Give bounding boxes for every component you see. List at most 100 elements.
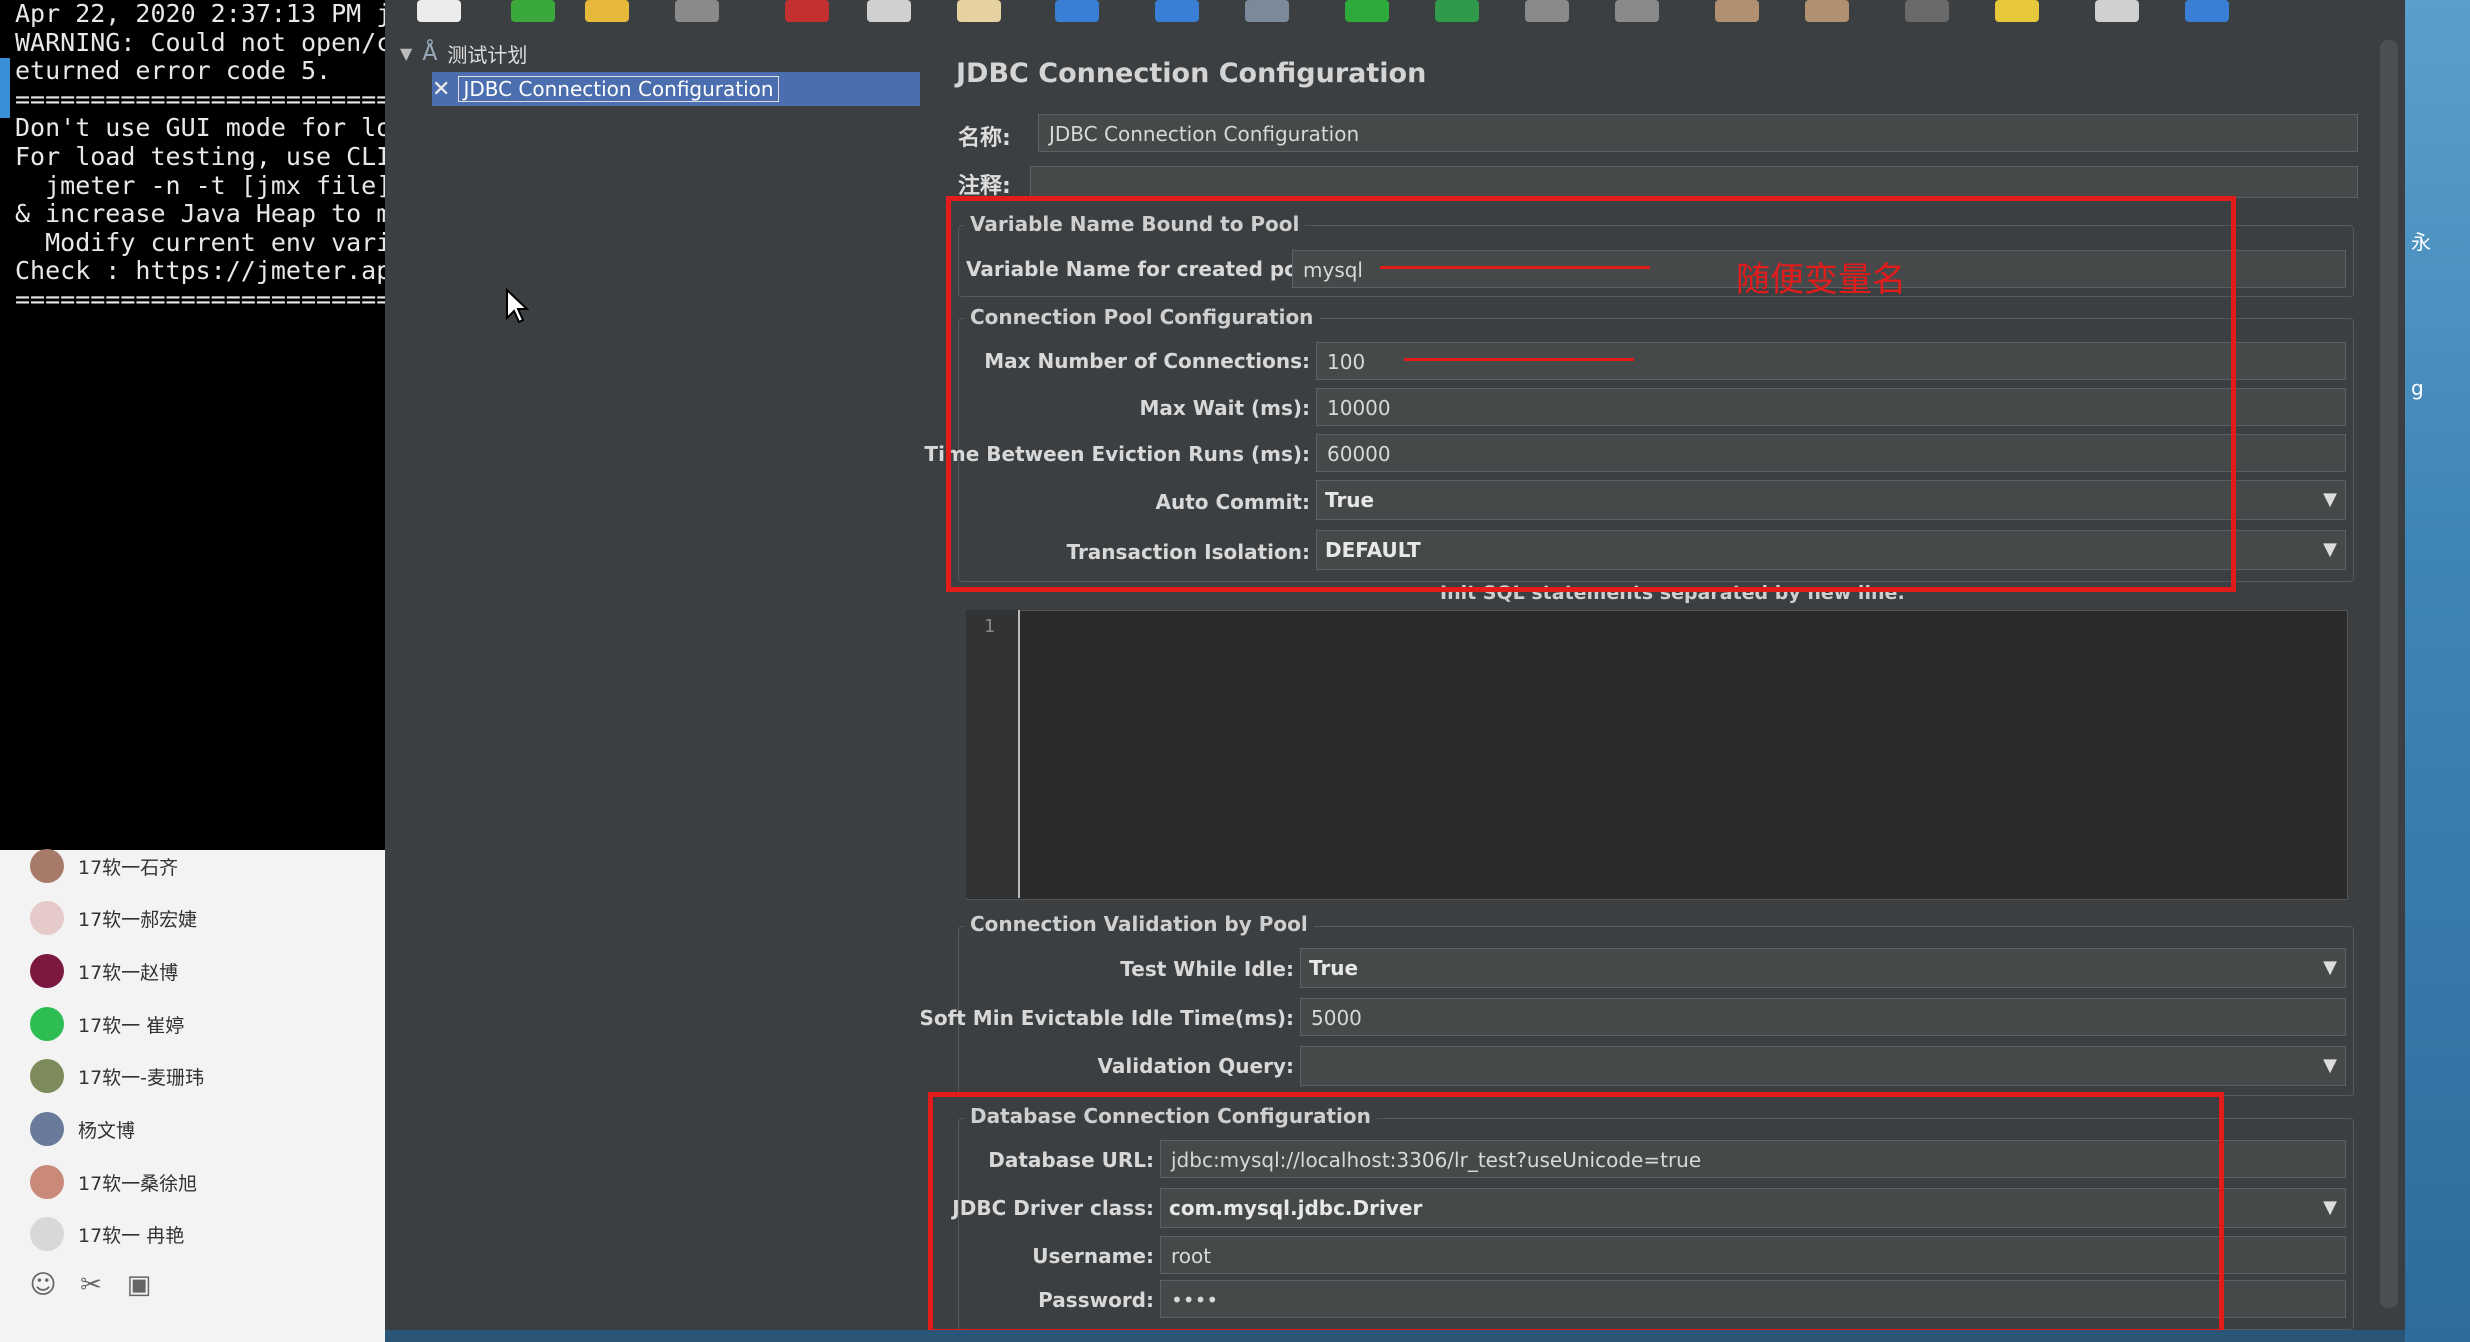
wallpaper-text: 永	[2411, 230, 2431, 254]
member-name: 17软一石齐	[78, 856, 179, 879]
member-name: 17软一-麦珊玮	[78, 1066, 205, 1089]
member-name: 17软一 冉艳	[78, 1224, 185, 1247]
chevron-down-icon[interactable]: ▼	[400, 44, 412, 63]
init-sql-editor[interactable]	[966, 610, 2348, 900]
wrench-icon: ✕	[432, 76, 451, 102]
console-line: eturned error code 5.	[15, 56, 332, 86]
tree-item-label: JDBC Connection Configuration	[458, 76, 779, 102]
open-icon[interactable]	[585, 0, 629, 22]
console-line: & increase Java Heap to me	[15, 199, 385, 229]
avatar	[30, 1007, 64, 1041]
console-line: Check : https://jmeter.apa	[15, 256, 385, 286]
desktop-strip	[385, 1330, 2405, 1342]
chevron-down-icon[interactable]: ▼	[2323, 531, 2337, 569]
console-line: ===========================	[15, 284, 385, 314]
console-line: Apr 22, 2020 2:37:13 PM ja	[15, 0, 385, 28]
list-item[interactable]: 杨文博	[30, 1103, 135, 1155]
list-item[interactable]: 17软一 崔婷	[30, 998, 184, 1050]
member-name: 17软一赵博	[78, 961, 179, 984]
collapse-icon[interactable]	[1155, 0, 1199, 22]
test-idle-select[interactable]: True ▼	[1300, 948, 2346, 988]
member-name: 17软一 崔婷	[78, 1014, 185, 1037]
toolbar	[385, 0, 2405, 30]
start-no-timers-icon[interactable]	[1435, 0, 1479, 22]
desktop-wallpaper: 永 g	[2405, 0, 2470, 1342]
help-icon[interactable]	[2185, 0, 2229, 22]
reset-search-icon[interactable]	[1995, 0, 2039, 22]
test-plan-icon: Å	[422, 40, 438, 66]
terminal-window: Apr 22, 2020 2:37:13 PM ja WARNING: Coul…	[0, 0, 385, 850]
avatar	[30, 901, 64, 935]
line-number: 1	[984, 616, 995, 637]
validation-query-select[interactable]: ▼	[1300, 1046, 2346, 1086]
image-icon[interactable]: ▣	[124, 1270, 154, 1300]
soft-min-label: Soft Min Evictable Idle Time(ms):	[919, 1006, 1294, 1030]
annotation-arrow	[1380, 266, 1650, 269]
cut-icon[interactable]	[785, 0, 829, 22]
list-item[interactable]: 17软一桑徐旭	[30, 1156, 197, 1208]
list-item[interactable]: 17软一 冉艳	[30, 1208, 184, 1260]
console-line: ===========================	[15, 84, 385, 114]
highlight-box	[928, 1092, 2224, 1334]
highlight-box	[946, 196, 2236, 592]
member-name: 杨文博	[78, 1119, 136, 1142]
clear-all-icon[interactable]	[1805, 0, 1849, 22]
templates-icon[interactable]	[511, 0, 555, 22]
chat-member-list: 17软一石齐 17软一郝宏婕 17软一赵博 17软一 崔婷 17软一-麦珊玮 杨…	[0, 849, 385, 1342]
console-line: jmeter -n -t [jmx file]	[15, 170, 385, 200]
line-gutter: 1	[966, 610, 1020, 898]
scissors-icon[interactable]: ✂	[76, 1270, 106, 1300]
window-edge-highlight	[0, 58, 10, 118]
copy-icon[interactable]	[867, 0, 911, 22]
shutdown-icon[interactable]	[1615, 0, 1659, 22]
page-title: JDBC Connection Configuration	[956, 58, 1427, 89]
stop-icon[interactable]	[1525, 0, 1569, 22]
avatar	[30, 954, 64, 988]
list-item[interactable]: 17软一赵博	[30, 945, 178, 997]
save-icon[interactable]	[675, 0, 719, 22]
test-plan-tree: ▼ Å 测试计划 ✕ JDBC Connection Configuration	[388, 32, 922, 1328]
tree-root-label: 测试计划	[447, 42, 528, 67]
search-icon[interactable]	[1905, 0, 1949, 22]
test-idle-value: True	[1309, 956, 1359, 980]
validation-query-label: Validation Query:	[1097, 1054, 1294, 1078]
tree-item-jdbc[interactable]: ✕ JDBC Connection Configuration	[432, 72, 920, 106]
scrollbar[interactable]	[2380, 40, 2398, 1308]
list-item[interactable]: 17软一郝宏婕	[30, 892, 197, 944]
wallpaper-text: g	[2411, 376, 2424, 400]
function-helper-icon[interactable]	[2095, 0, 2139, 22]
paste-icon[interactable]	[957, 0, 1001, 22]
avatar	[30, 1112, 64, 1146]
list-item[interactable]: 17软一-麦珊玮	[30, 1050, 204, 1102]
chevron-down-icon[interactable]: ▼	[2323, 1189, 2337, 1227]
console-line: Modify current env vari	[15, 227, 385, 257]
avatar	[30, 1059, 64, 1093]
avatar	[30, 849, 64, 883]
new-icon[interactable]	[417, 0, 461, 22]
comment-field[interactable]	[1030, 166, 2358, 198]
annotation-note: 随便变量名	[1736, 260, 1906, 300]
chevron-down-icon[interactable]: ▼	[2323, 949, 2337, 987]
start-icon[interactable]	[1345, 0, 1389, 22]
tree-root[interactable]: ▼ Å 测试计划	[400, 36, 527, 70]
clear-icon[interactable]	[1715, 0, 1759, 22]
member-name: 17软一桑徐旭	[78, 1172, 198, 1195]
emoji-icon[interactable]: ☺	[28, 1270, 58, 1300]
name-label: 名称:	[958, 126, 1011, 151]
avatar	[30, 1165, 64, 1199]
console-line: Don't use GUI mode for loa	[15, 113, 385, 143]
soft-min-field[interactable]: 5000	[1300, 998, 2346, 1036]
chevron-down-icon[interactable]: ▼	[2323, 1047, 2337, 1085]
member-name: 17软一郝宏婕	[78, 908, 198, 931]
toggle-icon[interactable]	[1245, 0, 1289, 22]
test-idle-label: Test While Idle:	[1120, 957, 1294, 981]
expand-icon[interactable]	[1055, 0, 1099, 22]
chevron-down-icon[interactable]: ▼	[2323, 481, 2337, 519]
section-heading: Connection Validation by Pool	[964, 912, 1314, 936]
name-field[interactable]: JDBC Connection Configuration	[1038, 114, 2358, 152]
list-item[interactable]: 17软一石齐	[30, 840, 178, 892]
annotation-arrow	[1404, 358, 1634, 361]
console-line: For load testing, use CLI	[15, 141, 385, 171]
console-line: WARNING: Could not open/cr	[15, 27, 385, 57]
mouse-cursor-icon	[506, 288, 529, 324]
